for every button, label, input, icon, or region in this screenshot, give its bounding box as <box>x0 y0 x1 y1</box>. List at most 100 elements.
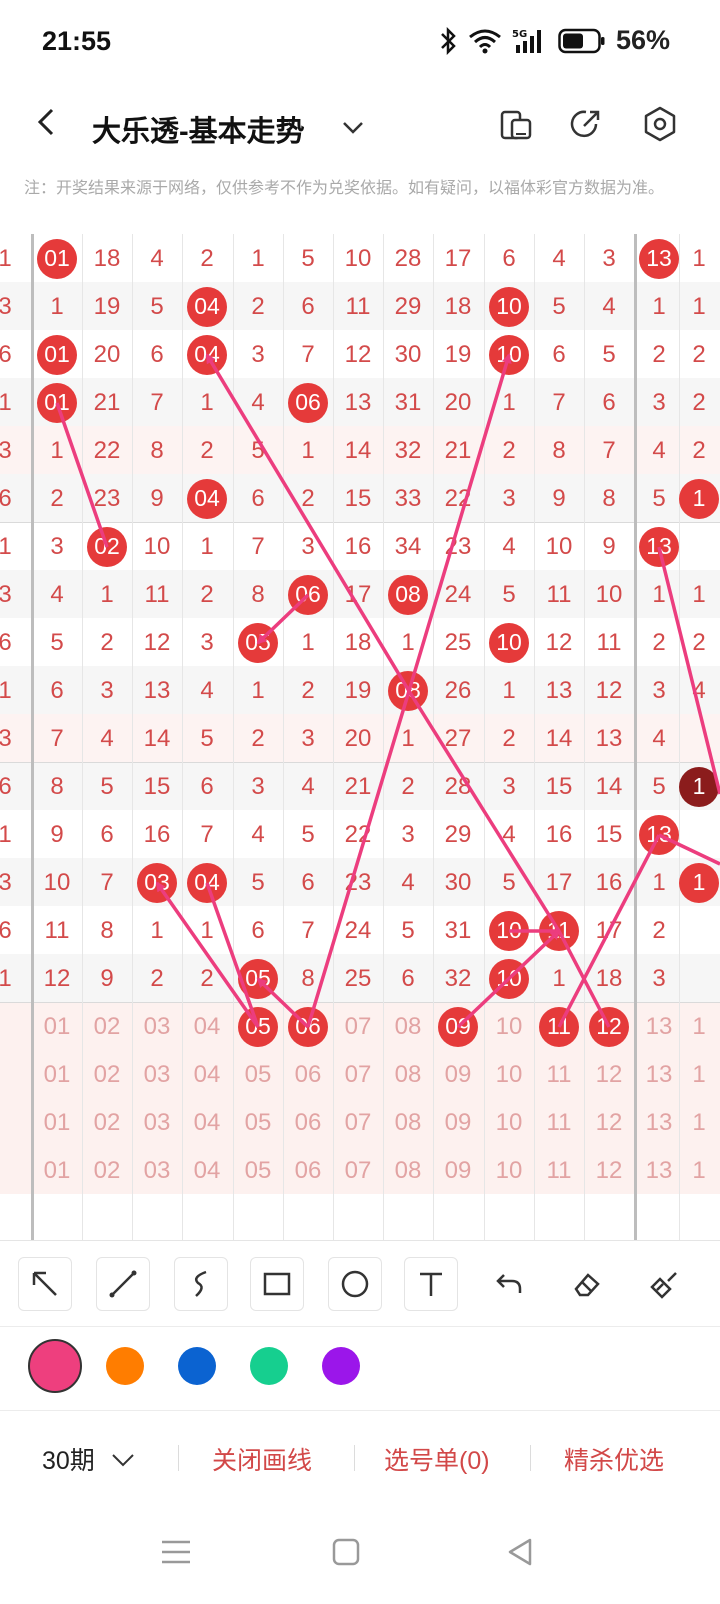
hit-ball[interactable]: 01 <box>37 334 77 375</box>
number-cell: 10 <box>495 1156 523 1184</box>
hit-ball[interactable]: 04 <box>187 862 227 903</box>
hit-ball[interactable]: 10 <box>489 958 529 999</box>
number-cell: 8 <box>301 964 315 992</box>
page-title[interactable]: 大乐透-基本走势 <box>92 108 305 150</box>
hit-ball[interactable]: 06 <box>288 1006 328 1047</box>
hit-ball[interactable]: 05 <box>238 958 278 999</box>
number-cell: 5 <box>502 868 516 896</box>
hit-ball[interactable]: 12 <box>589 1006 629 1047</box>
hit-ball[interactable]: 10 <box>489 334 529 375</box>
number-cell: 2 <box>100 628 114 656</box>
recents-icon[interactable] <box>152 1528 200 1576</box>
period-cell: 1 <box>0 244 12 272</box>
eraser-tool[interactable] <box>560 1257 614 1311</box>
circle-tool[interactable] <box>328 1257 382 1311</box>
number-cell: 8 <box>100 916 114 944</box>
back-icon[interactable] <box>30 104 66 140</box>
arrow-tool[interactable] <box>18 1257 72 1311</box>
number-cell: 5 <box>301 820 315 848</box>
number-cell: 17 <box>545 868 573 896</box>
period-cell: 3 <box>0 868 12 896</box>
hit-ball[interactable]: 03 <box>137 862 177 903</box>
number-cell: 08 <box>394 1108 422 1136</box>
hit-ball[interactable]: 09 <box>438 1006 478 1047</box>
settings-icon[interactable] <box>640 104 680 144</box>
undo-tool[interactable] <box>482 1257 536 1311</box>
number-cell: 10 <box>143 532 171 560</box>
chevron-down-icon[interactable] <box>338 112 368 142</box>
hit-ball[interactable]: 08 <box>388 574 428 615</box>
hit-ball[interactable]: 10 <box>489 286 529 327</box>
hit-ball[interactable]: 05 <box>238 622 278 663</box>
color-swatch-blue[interactable] <box>178 1347 216 1385</box>
color-swatch-purple[interactable] <box>322 1347 360 1385</box>
number-cell: 09 <box>444 1108 472 1136</box>
clear-tool[interactable] <box>638 1257 692 1311</box>
number-cell: 14 <box>595 772 623 800</box>
hit-ball[interactable]: 10 <box>489 622 529 663</box>
back-nav-icon[interactable] <box>496 1528 544 1576</box>
number-cell: 4 <box>401 868 415 896</box>
table-row: 1 01 21 7 1 4 06 13 31 20 1 7 6 3 2 <box>0 378 720 427</box>
hit-ball[interactable]: 04 <box>187 478 227 519</box>
number-cell: 22 <box>444 484 472 512</box>
hit-ball[interactable]: 06 <box>288 382 328 423</box>
number-cell: 07 <box>344 1108 372 1136</box>
hit-ball[interactable]: 06 <box>288 574 328 615</box>
hit-ball[interactable]: 08 <box>388 670 428 711</box>
number-cell: 2 <box>251 292 265 320</box>
premium-picks-button[interactable]: 精杀优选 <box>564 1441 664 1477</box>
number-cell: 6 <box>50 676 64 704</box>
number-cell: 2 <box>692 340 706 368</box>
number-cell: 30 <box>444 868 472 896</box>
number-cell: 8 <box>251 580 265 608</box>
number-cell: 06 <box>294 1108 322 1136</box>
hit-ball[interactable]: 11 <box>539 910 579 951</box>
selection-list-button[interactable]: 选号单(0) <box>384 1441 490 1477</box>
system-nav-bar <box>0 1510 720 1604</box>
number-cell: 3 <box>251 340 265 368</box>
number-cell: 4 <box>552 244 566 272</box>
number-cell: 03 <box>132 858 183 907</box>
number-cell: 10 <box>484 906 535 955</box>
home-icon[interactable] <box>322 1528 370 1576</box>
number-cell: 08 <box>394 1012 422 1040</box>
line-tool[interactable] <box>96 1257 150 1311</box>
period-cell: 1 <box>0 820 12 848</box>
number-cell: 4 <box>502 532 516 560</box>
hit-ball[interactable]: 1 <box>679 862 719 903</box>
number-cell: 08 <box>394 1060 422 1088</box>
color-swatch-pink[interactable] <box>28 1339 82 1393</box>
rectangle-tool[interactable] <box>250 1257 304 1311</box>
hit-ball[interactable]: 01 <box>37 382 77 423</box>
hit-ball[interactable]: 1 <box>679 766 719 807</box>
color-swatch-green[interactable] <box>250 1347 288 1385</box>
share-icon[interactable] <box>566 104 606 144</box>
hit-ball[interactable]: 04 <box>187 286 227 327</box>
number-cell: 08 <box>394 1156 422 1184</box>
close-lines-button[interactable]: 关闭画线 <box>212 1441 312 1477</box>
number-cell <box>674 522 720 571</box>
hit-ball[interactable]: 10 <box>489 910 529 951</box>
freehand-tool[interactable] <box>174 1257 228 1311</box>
hit-ball[interactable]: 11 <box>539 1006 579 1047</box>
number-cell: 03 <box>143 1108 171 1136</box>
color-swatch-orange[interactable] <box>106 1347 144 1385</box>
table-row: 6 01 20 6 04 3 7 12 30 19 10 6 5 2 2 <box>0 330 720 379</box>
number-cell: 3 <box>200 628 214 656</box>
number-cell: 12 <box>545 628 573 656</box>
number-cell: 01 <box>43 1012 71 1040</box>
number-cell: 10 <box>484 282 535 331</box>
trend-chart-grid[interactable]: 1 01 18 4 2 1 5 10 28 17 6 4 3 13 1 3 1 19 5 04 2 6 11 29 18 10 5 4… <box>0 234 720 1240</box>
hit-ball[interactable]: 01 <box>37 238 77 279</box>
device-icon[interactable] <box>496 104 536 144</box>
hit-ball[interactable]: 02 <box>87 526 127 567</box>
table-row: 1 9 6 16 7 4 5 22 3 29 4 16 15 13 <box>0 810 720 859</box>
number-cell: 01 <box>43 1060 71 1088</box>
hit-ball[interactable]: 04 <box>187 334 227 375</box>
number-cell: 6 <box>251 916 265 944</box>
hit-ball[interactable]: 1 <box>679 478 719 519</box>
period-selector[interactable]: 30期 <box>42 1441 136 1477</box>
hit-ball[interactable]: 05 <box>238 1006 278 1047</box>
text-tool[interactable] <box>404 1257 458 1311</box>
